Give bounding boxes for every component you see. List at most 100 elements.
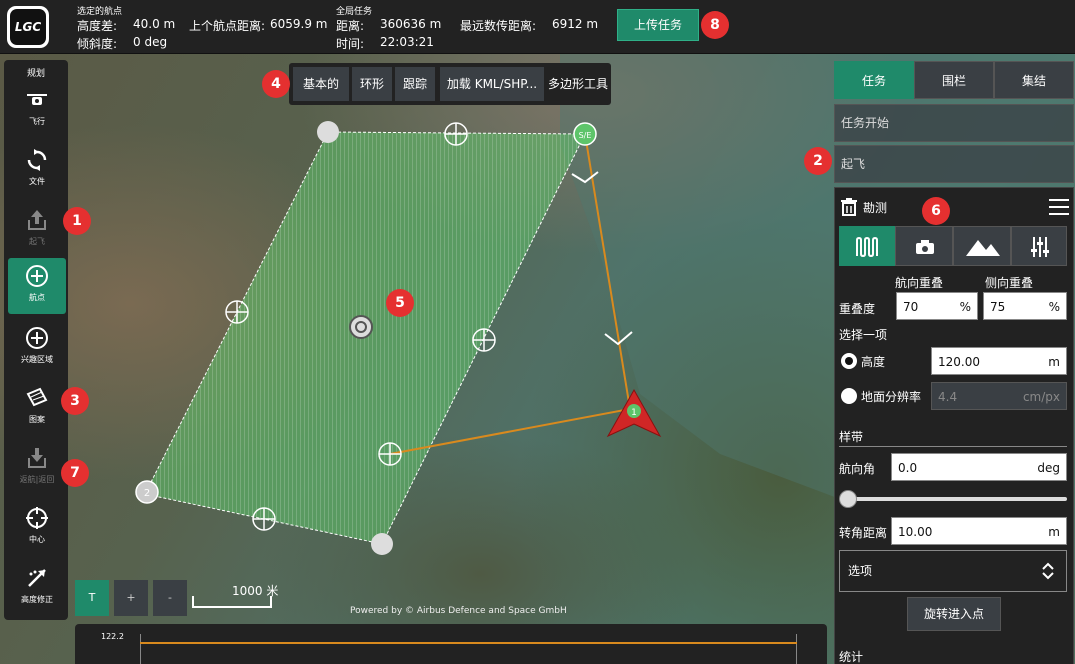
toolbar-item-label: 返航|返回 bbox=[19, 475, 55, 484]
max-telem-value: 6912 m bbox=[552, 17, 599, 31]
select-one-label: 选择一项 bbox=[839, 328, 888, 342]
side-overlap-input[interactable]: 75 % bbox=[983, 292, 1067, 320]
toolbar-item-label: 中心 bbox=[29, 535, 45, 544]
badge-2: 2 bbox=[804, 147, 832, 175]
app-logo[interactable]: LGC bbox=[7, 6, 49, 48]
load-kml-button[interactable]: 加载 KML/SHP... bbox=[440, 67, 544, 101]
survey-pattern-icon bbox=[856, 236, 878, 258]
survey-grid-tab[interactable] bbox=[839, 226, 895, 266]
toolbar-item-label: 兴趣区域 bbox=[21, 355, 53, 364]
terrain-icon bbox=[966, 240, 1000, 256]
crosshair-icon bbox=[26, 507, 48, 529]
toolbar-fly-button[interactable]: 飞行 bbox=[8, 82, 66, 138]
prev-wp-dist-label: 上个航点距离: bbox=[189, 19, 266, 33]
profile-tick-top: 122.2 bbox=[101, 632, 124, 641]
options-select[interactable]: 选项 bbox=[839, 550, 1067, 592]
profile-plot-area bbox=[140, 634, 797, 664]
plan-tabs: 任务 围栏 集结 bbox=[834, 61, 1074, 99]
drone-icon bbox=[27, 94, 47, 105]
gradient-value: 0 deg bbox=[133, 35, 168, 49]
toolbar-center-button[interactable]: 中心 bbox=[8, 500, 66, 556]
gsd-radio[interactable] bbox=[841, 388, 857, 404]
camera-icon bbox=[916, 240, 934, 254]
zoom-out-button[interactable]: - bbox=[153, 580, 187, 616]
badge-1: 1 bbox=[63, 207, 91, 235]
altitude-label: 高度 bbox=[861, 355, 886, 369]
heading-value: 0.0 bbox=[898, 461, 918, 475]
circle-button[interactable]: 环形 bbox=[352, 67, 392, 101]
map-type-button[interactable]: T bbox=[75, 580, 109, 616]
gsd-label: 地面分辨率 bbox=[861, 390, 922, 404]
profile-line bbox=[140, 642, 797, 644]
heading-slider-thumb[interactable] bbox=[839, 490, 857, 508]
altitude-input[interactable]: 120.00 m bbox=[931, 347, 1067, 375]
toolbar-roi-button[interactable]: 兴趣区域 bbox=[8, 320, 66, 376]
app-root: { "app": { "logo_text": "LGC" }, "topbar… bbox=[0, 0, 1075, 664]
gsd-unit: cm/px bbox=[1022, 390, 1060, 404]
gsd-value: 4.4 bbox=[938, 390, 958, 404]
waypoint-start-end[interactable]: S/E bbox=[573, 122, 597, 146]
front-overlap-value: 70 bbox=[903, 300, 919, 314]
percent-unit: % bbox=[1048, 300, 1060, 314]
turn-distance-label: 转角距离 bbox=[839, 526, 888, 540]
survey-camera-tab[interactable] bbox=[895, 226, 953, 266]
max-telem-label: 最远数传距离: bbox=[460, 19, 537, 33]
survey-panel: 勘测 航向重叠 侧向重叠 重叠度 70 % 75 % 选择一项 高度 120.0… bbox=[834, 187, 1074, 664]
polygon-tools-bar: 基本的 环形 跟踪 加载 KML/SHP... 多边形工具 bbox=[289, 63, 611, 105]
basic-button[interactable]: 基本的 bbox=[293, 67, 349, 101]
takeoff-item[interactable]: 起飞 bbox=[834, 145, 1074, 183]
altitude-radio[interactable] bbox=[841, 353, 857, 369]
toolbar-pattern-button[interactable]: 图案 bbox=[8, 380, 66, 436]
toolbar-item-label: 文件 bbox=[29, 177, 45, 186]
toolbar-waypoint-button[interactable]: 航点 bbox=[8, 258, 66, 314]
heading-slider-track[interactable] bbox=[845, 497, 1067, 501]
tab-mission[interactable]: 任务 bbox=[834, 61, 914, 99]
tab-rally[interactable]: 集结 bbox=[994, 61, 1074, 99]
return-icon bbox=[28, 448, 46, 468]
distance-value: 360636 m bbox=[380, 17, 442, 31]
gsd-input[interactable]: 4.4 cm/px bbox=[931, 382, 1067, 410]
toolbar-takeoff-button[interactable]: 起飞 bbox=[8, 202, 66, 258]
turn-distance-input[interactable]: 10.00 m bbox=[891, 517, 1067, 545]
stats-label: 统计 bbox=[839, 650, 864, 664]
badge-6: 6 bbox=[922, 197, 950, 225]
svg-text:1: 1 bbox=[631, 408, 637, 418]
svg-text:2: 2 bbox=[144, 488, 150, 499]
overlap-label: 重叠度 bbox=[839, 302, 876, 316]
toolbar-item-label: 高度修正 bbox=[21, 595, 53, 604]
polygon-vertex[interactable] bbox=[371, 533, 393, 555]
prev-wp-dist-value: 6059.9 m bbox=[270, 17, 328, 31]
divider bbox=[839, 446, 1067, 447]
toolbar-item-label: 图案 bbox=[29, 415, 45, 424]
front-overlap-label: 航向重叠 bbox=[895, 276, 944, 290]
survey-settings-tab[interactable] bbox=[1011, 226, 1067, 266]
time-label: 时间: bbox=[336, 37, 365, 51]
upload-mission-button[interactable]: 上传任务 bbox=[617, 9, 699, 41]
survey-terrain-tab[interactable] bbox=[953, 226, 1011, 266]
toolbar-return-button[interactable]: 返航|返回 bbox=[8, 440, 66, 496]
toolbar-header: 规划 bbox=[26, 69, 45, 79]
toolbar-altitude-button[interactable]: 高度修正 bbox=[8, 560, 66, 616]
time-value: 22:03:21 bbox=[380, 35, 434, 49]
front-overlap-input[interactable]: 70 % bbox=[896, 292, 978, 320]
badge-7: 7 bbox=[61, 459, 89, 487]
polygon-vertex[interactable] bbox=[317, 121, 339, 143]
zoom-in-button[interactable]: + bbox=[114, 580, 148, 616]
waypoint-2[interactable]: 2 bbox=[135, 480, 159, 504]
global-title: 全局任务 bbox=[336, 7, 373, 17]
trace-button[interactable]: 跟踪 bbox=[395, 67, 435, 101]
toolbar-item-label: 飞行 bbox=[29, 117, 45, 126]
transects-label: 样带 bbox=[839, 430, 864, 444]
sync-icon bbox=[27, 149, 47, 171]
distance-label: 距离: bbox=[336, 19, 365, 33]
mission-start-item[interactable]: 任务开始 bbox=[834, 104, 1074, 142]
heading-input[interactable]: 0.0 deg bbox=[891, 453, 1067, 481]
chevron-updown-icon bbox=[1042, 562, 1054, 580]
hamburger-menu-icon[interactable] bbox=[1049, 199, 1069, 215]
trash-icon[interactable] bbox=[840, 198, 858, 216]
polygon-center-icon[interactable] bbox=[349, 315, 373, 339]
badge-8: 8 bbox=[701, 11, 729, 39]
tab-fence[interactable]: 围栏 bbox=[914, 61, 994, 99]
toolbar-file-button[interactable]: 文件 bbox=[8, 142, 66, 198]
rotate-entry-button[interactable]: 旋转进入点 bbox=[907, 597, 1001, 631]
